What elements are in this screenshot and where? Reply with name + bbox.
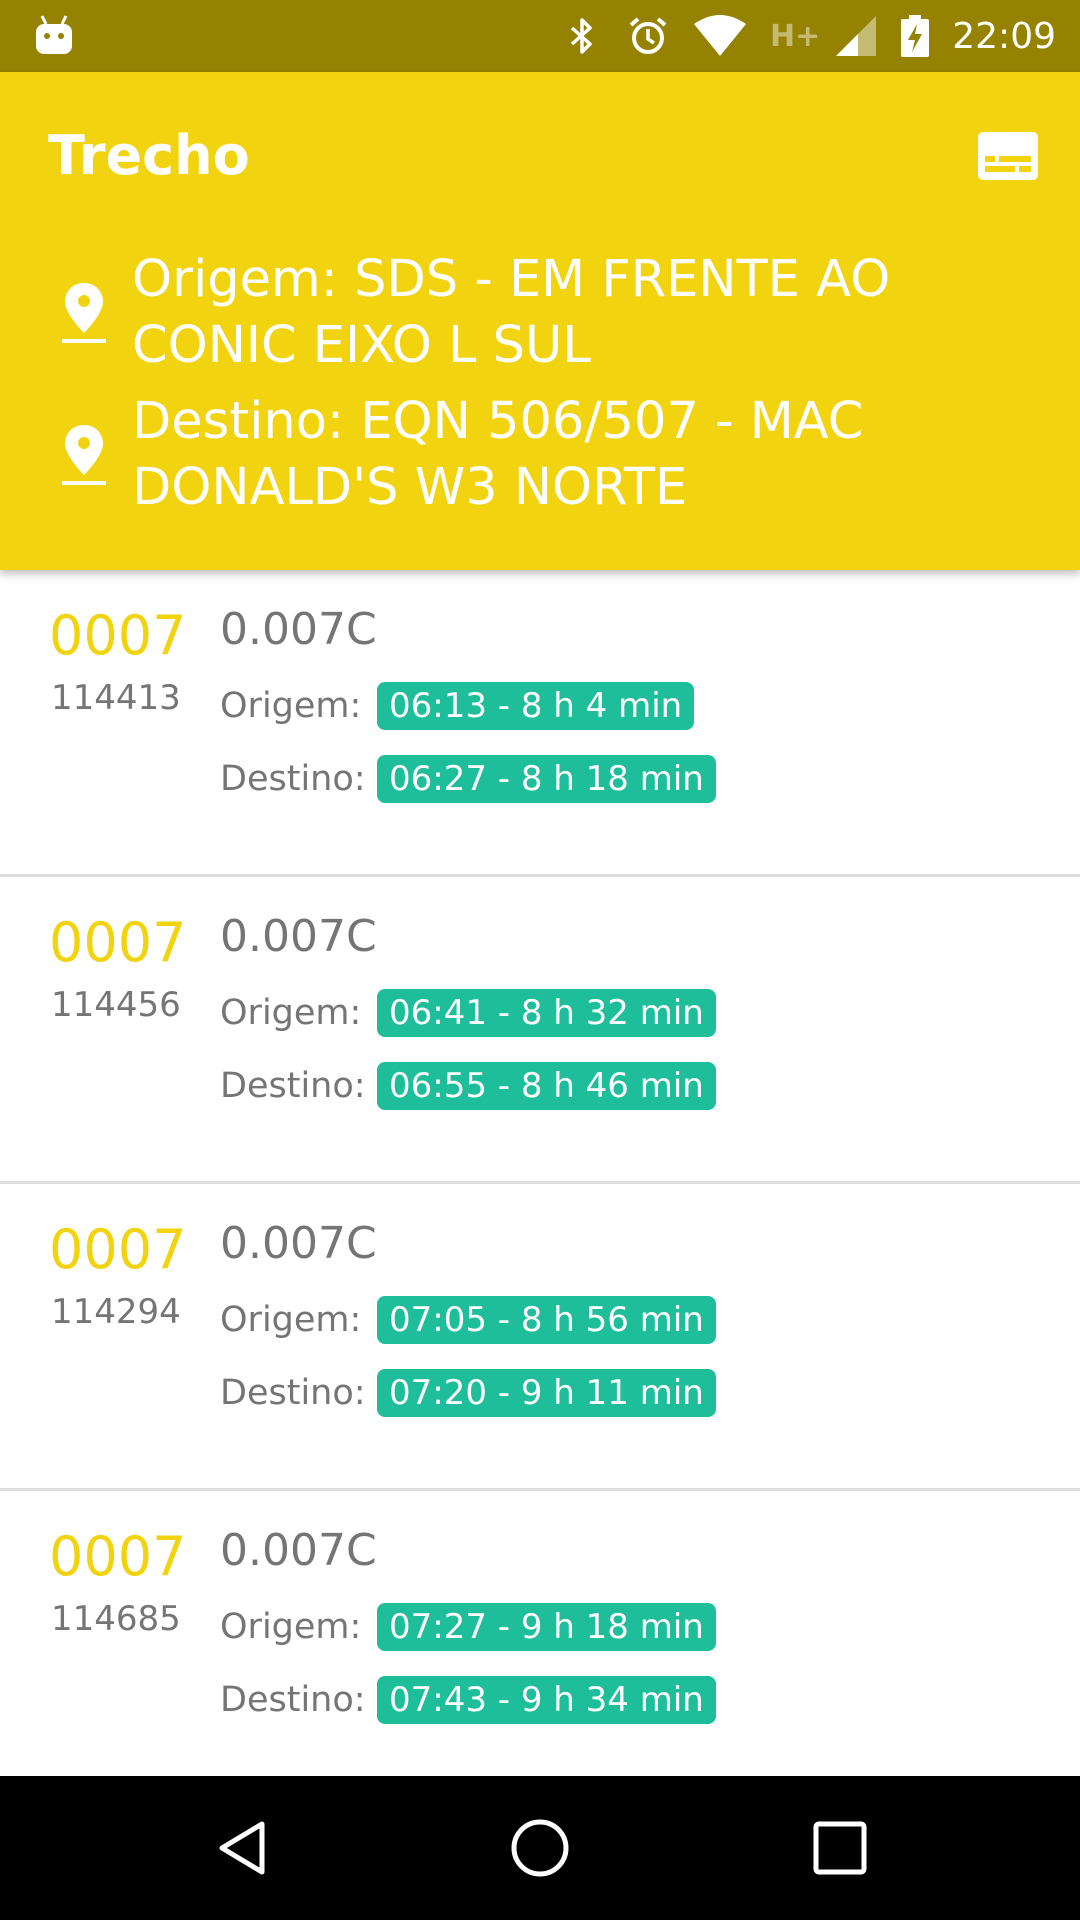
trip-list-item[interactable]: 0007 114456 0.007C Origem: 06:41 - 8 h 3… (0, 877, 1080, 1184)
vehicle-code: 0.007C (220, 604, 377, 655)
line-number: 0007 (49, 911, 187, 974)
destination-label: Destino: (220, 759, 366, 799)
destination-row: Destino: 07:20 - 9 h 11 min (220, 1369, 716, 1417)
trip-id: 114413 (51, 678, 181, 718)
vehicle-code: 0.007C (220, 911, 377, 962)
trip-id: 114294 (51, 1292, 181, 1332)
origin-row: Origem: 06:13 - 8 h 4 min (220, 682, 695, 730)
trip-id: 114685 (51, 1599, 181, 1639)
clock: 22:09 (952, 15, 1056, 57)
line-number: 0007 (49, 604, 187, 667)
vehicle-code: 0.007C (220, 1218, 377, 1269)
page-title: Trecho (48, 124, 250, 187)
trip-list-item[interactable]: 0007 114294 0.007C Origem: 07:05 - 8 h 5… (0, 1184, 1080, 1491)
destination-text: Destino: EQN 506/507 - MAC DONALD'S W3 N… (132, 392, 864, 517)
destination-label: Destino: (220, 1066, 366, 1106)
origin-row: Origem: 07:27 - 9 h 18 min (220, 1603, 716, 1651)
alarm-icon (629, 17, 667, 54)
origin-time-badge: 07:27 - 9 h 18 min (377, 1603, 716, 1651)
origin-label: Origem: (220, 1300, 362, 1340)
origin-row: Origem: 06:41 - 8 h 32 min (220, 989, 716, 1037)
trip-list-item[interactable]: 0007 114685 0.007C Origem: 07:27 - 9 h 1… (0, 1491, 1080, 1776)
origin-label: Origem: (220, 686, 362, 726)
home-icon[interactable] (508, 1816, 572, 1880)
destination-time-badge: 06:27 - 8 h 18 min (377, 755, 716, 803)
line-number: 0007 (49, 1218, 187, 1281)
trip-list-item[interactable]: 0007 114413 0.007C Origem: 06:13 - 8 h 4… (0, 570, 1080, 877)
navigation-bar (0, 1776, 1080, 1920)
destination-time-badge: 06:55 - 8 h 46 min (377, 1062, 716, 1110)
android-notification-icon (36, 15, 72, 54)
route-origin: Origem: SDS - EM FRENTE AO CONIC EIXO L … (60, 247, 1020, 379)
location-pin-icon (62, 283, 106, 343)
status-bar: H+ 22:09 (0, 0, 1080, 72)
battery-charging-icon (901, 15, 930, 57)
line-number: 0007 (49, 1525, 187, 1588)
trip-list[interactable]: 0007 114413 0.007C Origem: 06:13 - 8 h 4… (0, 570, 1080, 1776)
destination-row: Destino: 06:27 - 8 h 18 min (220, 755, 716, 803)
destination-label: Destino: (220, 1680, 366, 1720)
origin-time-badge: 06:41 - 8 h 32 min (377, 989, 716, 1037)
destination-time-badge: 07:43 - 9 h 34 min (377, 1676, 716, 1724)
recents-icon[interactable] (808, 1816, 872, 1880)
subtitles-icon[interactable] (976, 130, 1040, 182)
vehicle-code: 0.007C (220, 1525, 377, 1576)
destination-row: Destino: 06:55 - 8 h 46 min (220, 1062, 716, 1110)
back-icon[interactable] (210, 1816, 274, 1880)
origin-time-badge: 06:13 - 8 h 4 min (377, 682, 695, 730)
bluetooth-icon (570, 18, 592, 54)
destination-time-badge: 07:20 - 9 h 11 min (377, 1369, 716, 1417)
route-destination: Destino: EQN 506/507 - MAC DONALD'S W3 N… (60, 389, 1020, 521)
destination-row: Destino: 07:43 - 9 h 34 min (220, 1676, 716, 1724)
origin-label: Origem: (220, 993, 362, 1033)
origin-text: Origem: SDS - EM FRENTE AO CONIC EIXO L … (132, 250, 891, 375)
wifi-icon (694, 15, 746, 56)
trip-id: 114456 (51, 985, 181, 1025)
destination-label: Destino: (220, 1373, 366, 1413)
origin-time-badge: 07:05 - 8 h 56 min (377, 1296, 716, 1344)
origin-label: Origem: (220, 1607, 362, 1647)
origin-row: Origem: 07:05 - 8 h 56 min (220, 1296, 716, 1344)
location-pin-icon (62, 425, 106, 485)
network-type-label: H+ (770, 18, 821, 54)
app-bar: Trecho Origem: SDS - EM FRENTE AO CONIC … (0, 72, 1080, 570)
cell-signal-icon (836, 16, 877, 56)
